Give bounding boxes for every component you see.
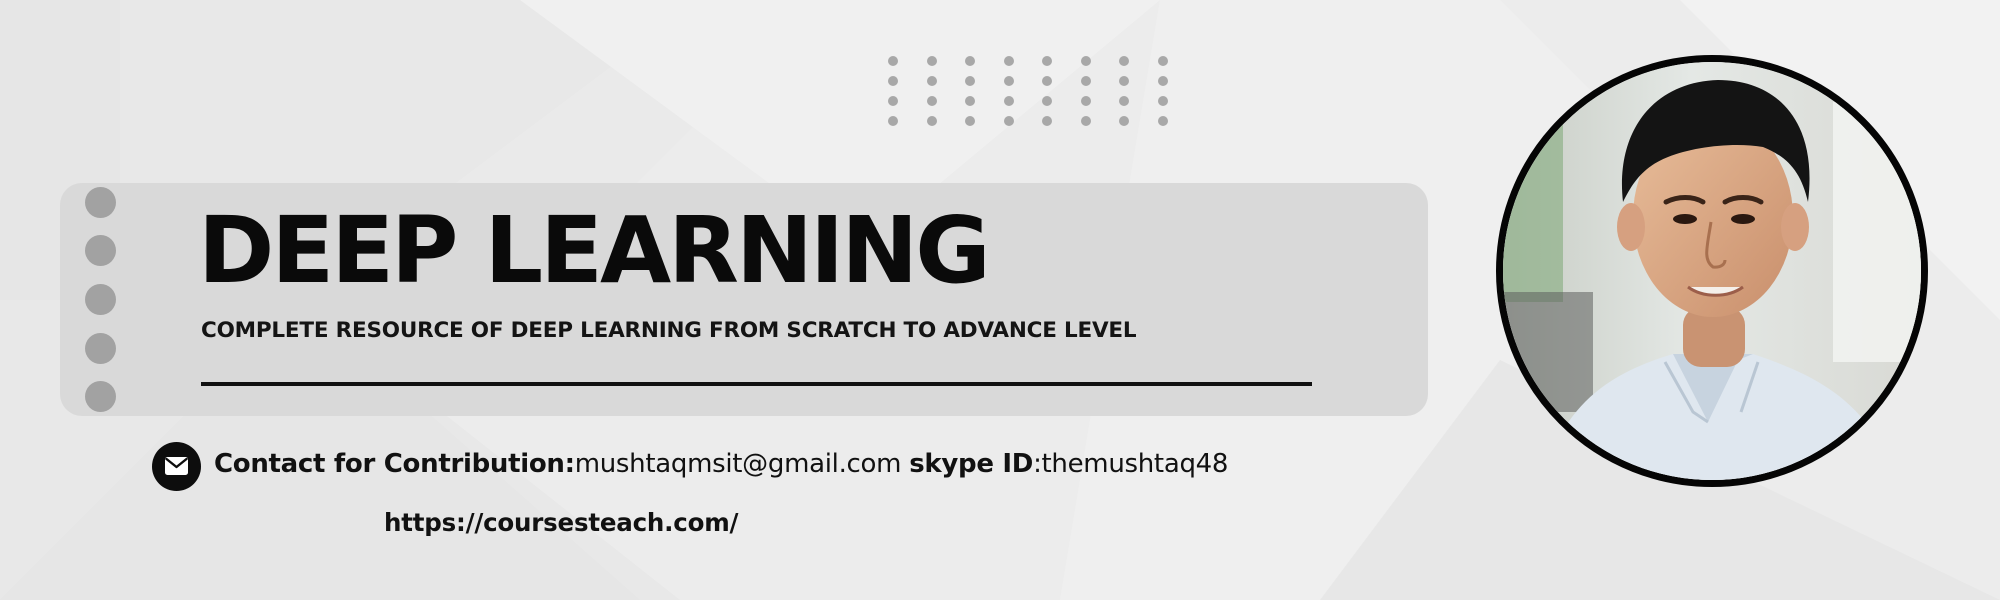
dot bbox=[1119, 96, 1129, 106]
dot bbox=[888, 56, 898, 66]
website-link[interactable]: https://coursesteach.com/ bbox=[384, 510, 739, 536]
page-subtitle: COMPLETE RESOURCE OF DEEP LEARNING FROM … bbox=[201, 318, 1137, 343]
dot bbox=[1157, 76, 1168, 86]
portrait-photo bbox=[1496, 55, 1928, 487]
binder-hole bbox=[85, 284, 116, 315]
dot bbox=[1157, 116, 1168, 126]
skype-id: themushtaq48 bbox=[1041, 449, 1229, 479]
dot bbox=[888, 116, 898, 126]
contact-email[interactable]: mushtaqmsit@gmail.com bbox=[575, 449, 902, 479]
dot bbox=[926, 96, 937, 106]
dot bbox=[1003, 56, 1014, 66]
dot bbox=[1003, 96, 1014, 106]
divider-line bbox=[201, 382, 1312, 386]
binder-holes bbox=[85, 187, 117, 415]
binder-hole bbox=[85, 333, 116, 364]
binder-hole bbox=[85, 235, 116, 266]
dot bbox=[1003, 76, 1014, 86]
banner: { "banner": { "title": "DEEP LEARNING", … bbox=[0, 0, 2000, 600]
page-title: DEEP LEARNING bbox=[198, 197, 991, 304]
envelope-icon bbox=[152, 442, 201, 491]
contact-line: Contact for Contribution:mushtaqmsit@gma… bbox=[214, 451, 1228, 477]
dot bbox=[1080, 76, 1091, 86]
dot bbox=[926, 76, 937, 86]
dot bbox=[1042, 96, 1052, 106]
binder-hole bbox=[85, 381, 116, 412]
decorative-dot-grid bbox=[888, 56, 1178, 128]
dot bbox=[965, 56, 975, 66]
dot bbox=[1003, 116, 1014, 126]
dot bbox=[888, 76, 898, 86]
dot bbox=[1042, 56, 1052, 66]
dot bbox=[1119, 76, 1129, 86]
dot bbox=[965, 116, 975, 126]
skype-label: skype ID bbox=[909, 449, 1034, 479]
dot bbox=[1080, 116, 1091, 126]
dot bbox=[1042, 116, 1052, 126]
dot bbox=[965, 96, 975, 106]
dot bbox=[1157, 56, 1168, 66]
contact-label: Contact for Contribution: bbox=[214, 449, 575, 479]
dot bbox=[888, 96, 898, 106]
dot bbox=[1080, 56, 1091, 66]
dot bbox=[1080, 96, 1091, 106]
dot bbox=[1042, 76, 1052, 86]
dot bbox=[1157, 96, 1168, 106]
dot bbox=[1119, 56, 1129, 66]
skype-separator: : bbox=[1033, 449, 1042, 479]
dot bbox=[965, 76, 975, 86]
dot bbox=[926, 116, 937, 126]
binder-hole bbox=[85, 187, 116, 218]
dot bbox=[1119, 116, 1129, 126]
dot bbox=[926, 56, 937, 66]
